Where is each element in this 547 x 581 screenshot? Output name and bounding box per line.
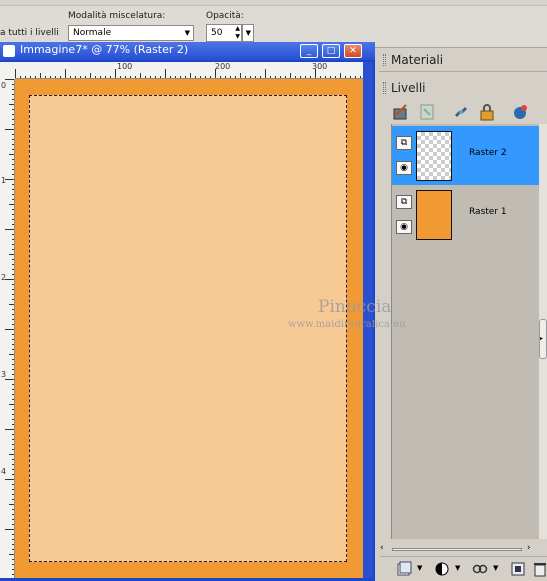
layer-name: Raster 2 xyxy=(469,148,507,158)
chevron-right-icon[interactable]: › xyxy=(527,543,531,553)
options-bar: a tutti i livelli Modalità miscelatura: … xyxy=(0,0,547,48)
close-button[interactable]: ✕ xyxy=(344,44,362,58)
panel-scrollbar[interactable]: ▸ xyxy=(539,124,547,539)
group-icon[interactable] xyxy=(472,561,488,577)
ruler-label: 0 xyxy=(1,81,7,90)
blend-mode-label: Modalità miscelatura: xyxy=(68,11,166,21)
grip-icon xyxy=(383,82,386,94)
opacity-field[interactable]: 50 ▲ ▼ xyxy=(206,24,242,42)
chevron-down-icon: ▼ xyxy=(184,29,190,37)
chevron-down-icon[interactable]: ▼ xyxy=(455,564,460,572)
layers-panel-header[interactable]: Livelli xyxy=(379,76,547,100)
document-titlebar[interactable]: Immagine7* @ 77% (Raster 2) _ □ ✕ xyxy=(0,42,375,60)
adjustment-layer-icon[interactable] xyxy=(434,561,450,577)
ruler-label: 100 xyxy=(117,62,133,71)
chevron-left-icon[interactable]: ‹ xyxy=(380,543,384,553)
maximize-button[interactable]: □ xyxy=(322,44,340,58)
watermark-url: www.maidiregrafica.eu xyxy=(288,319,406,330)
layer-name: Raster 1 xyxy=(469,207,507,217)
layer-row[interactable]: ⧉ ◉ Raster 2 xyxy=(392,126,540,185)
ruler-corner xyxy=(0,62,15,79)
layer-thumbnail xyxy=(416,131,452,181)
ruler-ticks xyxy=(15,69,361,78)
eye-icon[interactable]: ◉ xyxy=(396,220,412,234)
delete-layer-icon[interactable] xyxy=(532,561,547,577)
lock-icon[interactable] xyxy=(478,103,496,121)
ruler-label: 2 xyxy=(1,273,7,282)
link-icon[interactable] xyxy=(452,103,470,121)
chevron-down-icon[interactable]: ▼ xyxy=(417,564,422,572)
ruler-label: 300 xyxy=(312,62,328,71)
opacity-dropdown[interactable]: ▼ xyxy=(242,24,254,42)
ruler-label: 1 xyxy=(1,176,7,185)
blend-mode-select[interactable]: Normale ▼ xyxy=(68,25,194,41)
image-icon xyxy=(3,45,15,57)
chevron-down-icon[interactable]: ▼ xyxy=(493,564,498,572)
eye-icon[interactable]: ◉ xyxy=(396,161,412,175)
layers-title: Livelli xyxy=(391,81,426,95)
merge-icon[interactable] xyxy=(510,561,526,577)
layers-bottom-toolbar: ▼ ▼ ▼ xyxy=(380,556,547,581)
grip-icon xyxy=(383,54,386,66)
mask-icon[interactable] xyxy=(418,103,436,121)
layers-toolbar xyxy=(380,100,547,124)
ruler-label: 4 xyxy=(1,467,7,476)
materials-panel-header[interactable]: Materiali xyxy=(379,48,547,72)
toolbar-cut xyxy=(0,0,547,6)
ruler-ticks xyxy=(5,79,14,575)
layer-row[interactable]: ⧉ ◉ Raster 1 xyxy=(392,185,540,244)
layer-visibility-toggle-icon[interactable]: ⧉ xyxy=(396,195,412,209)
ruler-label: 3 xyxy=(1,370,7,379)
vertical-ruler: 0 1 2 3 4 xyxy=(0,79,15,578)
minimize-button[interactable]: _ xyxy=(300,44,318,58)
layer-properties-icon[interactable] xyxy=(392,103,410,121)
all-layers-label[interactable]: a tutti i livelli xyxy=(0,28,59,38)
new-layer-icon[interactable] xyxy=(396,561,412,577)
scroll-track[interactable] xyxy=(392,548,522,551)
document-title: Immagine7* @ 77% (Raster 2) xyxy=(20,43,189,56)
layer-style-icon[interactable] xyxy=(512,103,530,121)
spinner-icon[interactable]: ▲ ▼ xyxy=(235,25,240,41)
materials-title: Materiali xyxy=(391,53,444,67)
layer-visibility-toggle-icon[interactable]: ⧉ xyxy=(396,136,412,150)
chevron-down-icon: ▼ xyxy=(245,29,251,37)
layers-hscrollbar[interactable]: ‹ › xyxy=(380,543,535,555)
watermark-name: Pinuccia xyxy=(318,297,392,317)
opacity-value: 50 xyxy=(211,28,223,38)
scroll-thumb[interactable]: ▸ xyxy=(539,319,547,359)
opacity-label: Opacità: xyxy=(206,11,244,21)
layers-list: ⧉ ◉ Raster 2 ⧉ ◉ Raster 1 xyxy=(391,124,540,539)
layer-thumbnail xyxy=(416,190,452,240)
ruler-label: 200 xyxy=(215,62,231,71)
horizontal-ruler: 100 200 300 xyxy=(15,62,363,79)
blend-mode-value: Normale xyxy=(73,28,112,38)
